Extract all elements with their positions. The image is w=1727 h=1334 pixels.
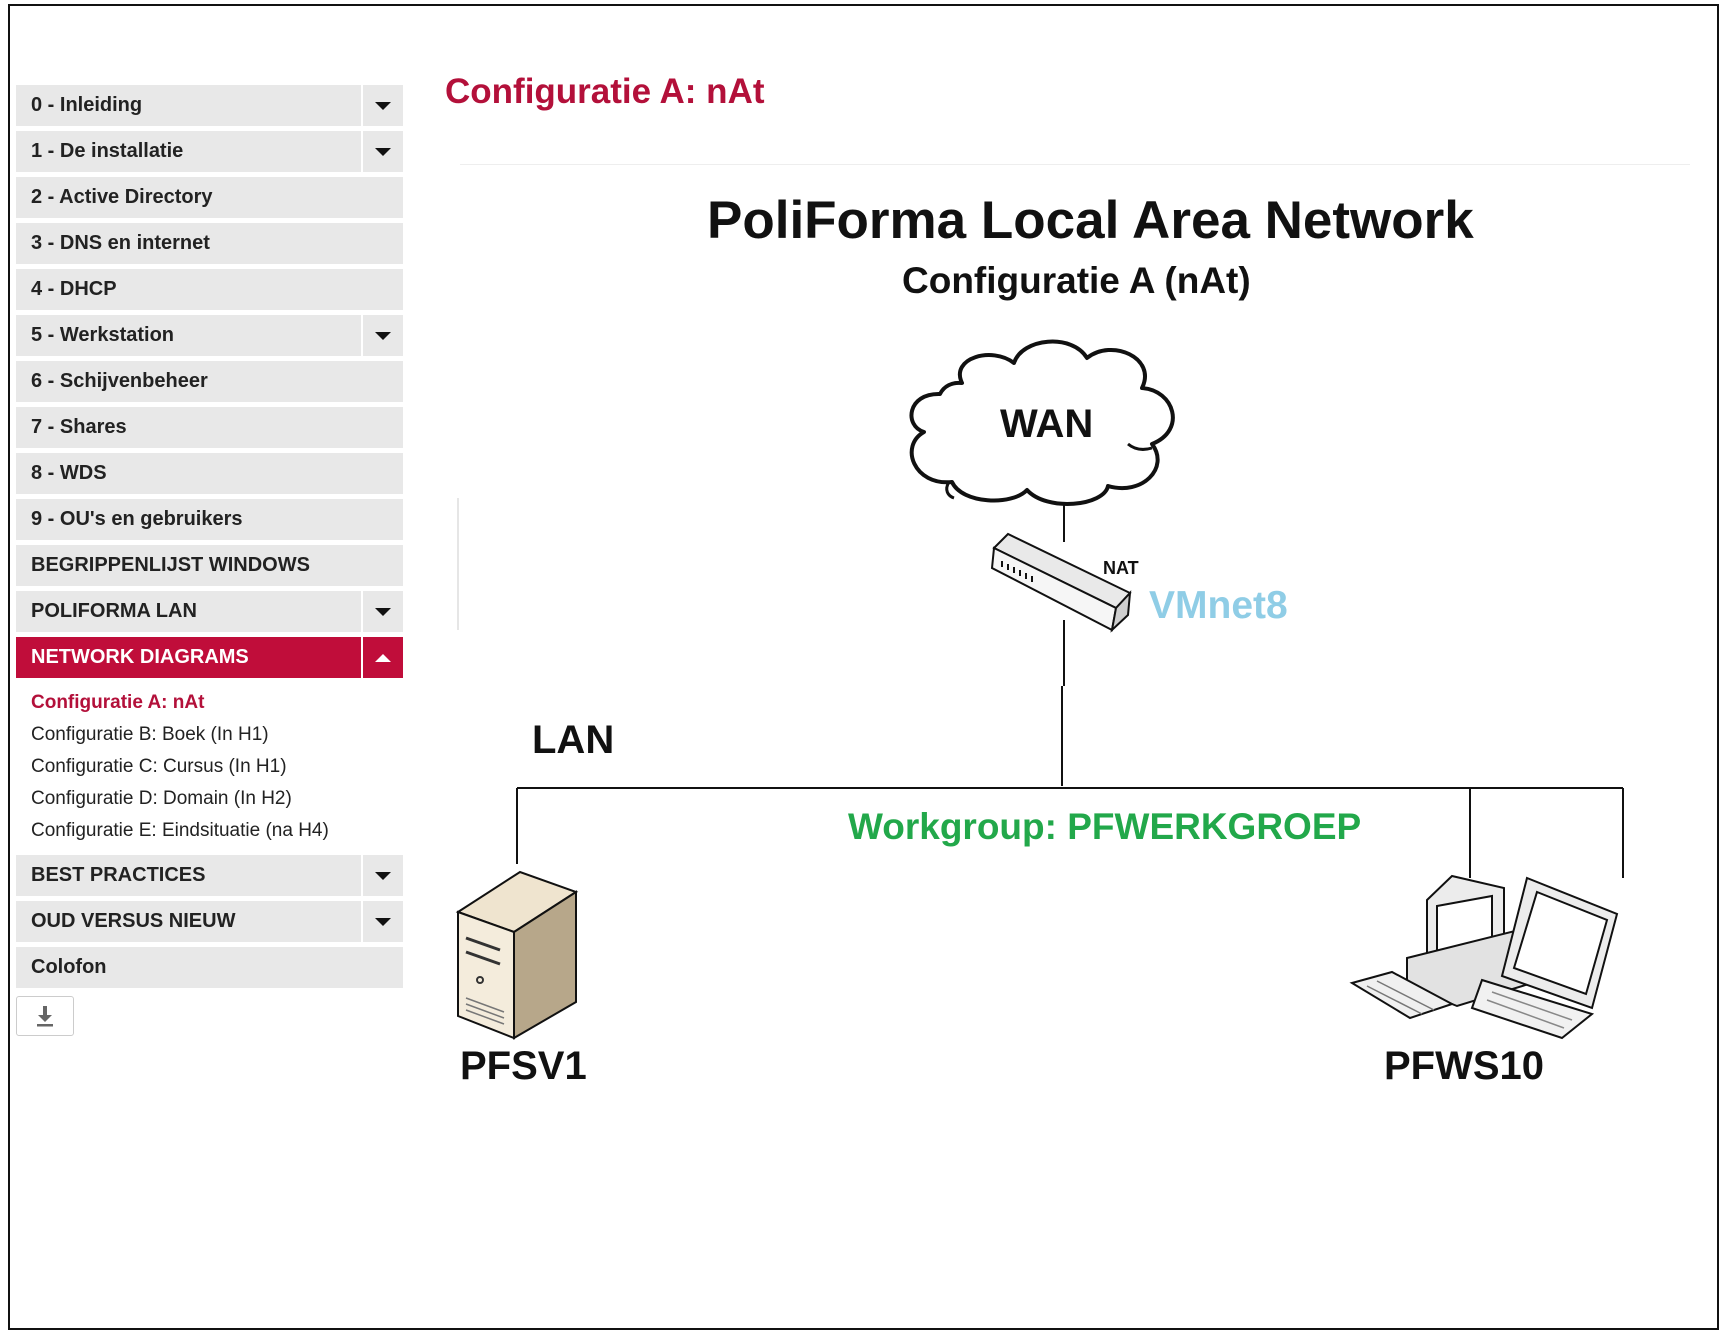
subnav-link[interactable]: Configuratie B: Boek (In H1) bbox=[31, 719, 403, 751]
sidebar-item-label: 0 - Inleiding bbox=[31, 94, 143, 116]
chevron-down-icon[interactable] bbox=[361, 901, 403, 942]
sidebar-item-0-inleiding[interactable]: 0 - Inleiding bbox=[16, 85, 403, 126]
chevron-down-icon[interactable] bbox=[361, 85, 403, 126]
subnav-link[interactable]: Configuratie E: Eindsituatie (na H4) bbox=[31, 815, 403, 847]
sidebar-item-begrippenlijst-windows[interactable]: BEGRIPPENLIJST WINDOWS bbox=[16, 545, 403, 586]
sidebar-item-best-practices[interactable]: BEST PRACTICES bbox=[16, 855, 403, 896]
sidebar-item-label: BEGRIPPENLIJST WINDOWS bbox=[31, 554, 310, 576]
sidebar-item-label: 3 - DNS en internet bbox=[31, 232, 210, 254]
sidebar-item-9-ou-s-en-gebruikers[interactable]: 9 - OU's en gebruikers bbox=[16, 499, 403, 540]
page-title: Configuratie A: nAt bbox=[445, 72, 765, 111]
subnav-link[interactable]: Configuratie A: nAt bbox=[31, 687, 403, 719]
diagram-subtitle: Configuratie A (nAt) bbox=[902, 260, 1251, 301]
network-diagram-lines bbox=[455, 339, 1624, 1040]
sidebar-item-5-werkstation[interactable]: 5 - Werkstation bbox=[16, 315, 403, 356]
sidebar-item-2-active-directory[interactable]: 2 - Active Directory bbox=[16, 177, 403, 218]
sidebar-item-label: POLIFORMA LAN bbox=[31, 600, 197, 622]
subnav-link[interactable]: Configuratie C: Cursus (In H1) bbox=[31, 751, 403, 783]
subnav-link[interactable]: Configuratie D: Domain (In H2) bbox=[31, 783, 403, 815]
chevron-up-icon[interactable] bbox=[361, 637, 403, 678]
sidebar-item-1-de-installatie[interactable]: 1 - De installatie bbox=[16, 131, 403, 172]
sidebar-item-8-wds[interactable]: 8 - WDS bbox=[16, 453, 403, 494]
sidebar-item-label: Colofon bbox=[31, 956, 107, 978]
sidebar-item-label: NETWORK DIAGRAMS bbox=[31, 646, 249, 668]
network-diagram: PoliForma Local Area Network Configurati… bbox=[452, 168, 1692, 1098]
sidebar-item-7-shares[interactable]: 7 - Shares bbox=[16, 407, 403, 448]
nat-switch-icon bbox=[990, 532, 1132, 633]
sidebar-item-colofon[interactable]: Colofon bbox=[16, 947, 403, 988]
sidebar-item-6-schijvenbeheer[interactable]: 6 - Schijvenbeheer bbox=[16, 361, 403, 402]
download-button[interactable] bbox=[16, 996, 74, 1036]
sidebar-item-4-dhcp[interactable]: 4 - DHCP bbox=[16, 269, 403, 310]
sidebar-nav: 0 - Inleiding 1 - De installatie 2 - Activ… bbox=[16, 85, 403, 1036]
sidebar-item-label: 4 - DHCP bbox=[31, 278, 117, 300]
sidebar-item-oud-versus-nieuw[interactable]: OUD VERSUS NIEUW bbox=[16, 901, 403, 942]
wan-label: WAN bbox=[1000, 402, 1094, 446]
diagram-title: PoliForma Local Area Network bbox=[707, 191, 1474, 250]
sidebar-item-label: 6 - Schijvenbeheer bbox=[31, 370, 208, 392]
divider bbox=[460, 164, 1690, 165]
sidebar-item-label: 2 - Active Directory bbox=[31, 186, 213, 208]
vmnet-label: VMnet8 bbox=[1149, 584, 1288, 627]
sidebar-item-label: 5 - Werkstation bbox=[31, 324, 174, 346]
sidebar-item-label: BEST PRACTICES bbox=[31, 864, 206, 886]
sidebar-item-label: 7 - Shares bbox=[31, 416, 127, 438]
lan-label: LAN bbox=[532, 718, 615, 762]
chevron-down-icon[interactable] bbox=[361, 131, 403, 172]
sidebar-item-label: 8 - WDS bbox=[31, 462, 107, 484]
sidebar-item-label: OUD VERSUS NIEUW bbox=[31, 910, 236, 932]
chevron-down-icon[interactable] bbox=[361, 855, 403, 896]
workstation-label: PFWS10 bbox=[1384, 1044, 1545, 1088]
sidebar-item-network-diagrams[interactable]: NETWORK DIAGRAMS bbox=[16, 637, 403, 678]
server-icon bbox=[455, 870, 579, 1040]
server-label: PFSV1 bbox=[460, 1044, 587, 1088]
chevron-down-icon[interactable] bbox=[361, 591, 403, 632]
sidebar-item-poliforma-lan[interactable]: POLIFORMA LAN bbox=[16, 591, 403, 632]
workgroup-label: Workgroup: PFWERKGROEP bbox=[848, 806, 1362, 847]
chevron-down-icon[interactable] bbox=[361, 315, 403, 356]
nat-label: NAT bbox=[1103, 558, 1139, 578]
sidebar-item-label: 9 - OU's en gebruikers bbox=[31, 508, 243, 530]
network-diagrams-subnav: Configuratie A: nAt Configuratie B: Boek … bbox=[16, 683, 403, 855]
sidebar-item-3-dns-en-internet[interactable]: 3 - DNS en internet bbox=[16, 223, 403, 264]
download-icon bbox=[37, 1006, 53, 1027]
sidebar-item-label: 1 - De installatie bbox=[31, 140, 184, 162]
